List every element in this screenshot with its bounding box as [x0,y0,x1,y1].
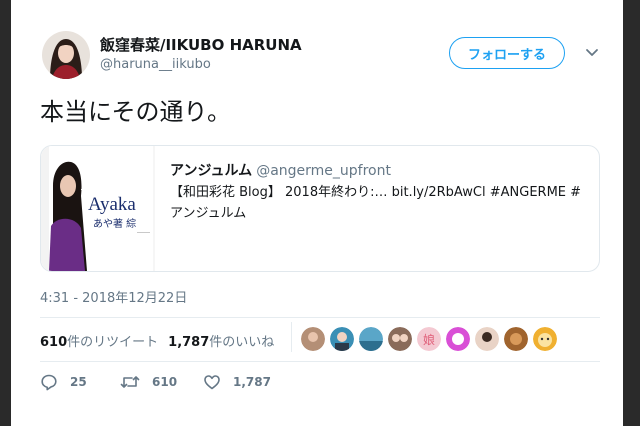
likes-stat[interactable]: 1,787件のいいね [168,335,274,350]
tweet-card: 飯窪春菜/IIKUBO HARUNA @haruna__iikubo フォローす… [11,0,623,426]
likes-count: 1,787 [168,335,210,350]
retweets-count: 610 [40,335,68,350]
reply-count: 25 [70,375,87,389]
quoted-tweet-text: 【和田彩花 Blog】 2018年終わり:… bit.ly/2RbAwCl #A… [170,182,590,224]
liker-avatar[interactable] [504,327,528,351]
reply-icon [40,373,58,391]
stats-separator [291,322,292,352]
quoted-author-handle: @angerme_upfront [256,163,391,179]
liker-label: 娘 [423,332,435,347]
liker-avatar[interactable] [301,327,325,351]
liker-avatar[interactable] [475,327,499,351]
like-count: 1,787 [233,375,271,389]
quoted-text-line1: 【和田彩花 Blog】 2018年終わり:… bit.ly/2RbAwCl #A… [170,185,582,200]
user-handle[interactable]: @haruna__iikubo [100,57,211,72]
avatar[interactable] [42,31,90,79]
quoted-tweet[interactable]: Ayaka あや著 綜 アンジュルム @angerme_upfront 【和田彩花… [40,145,600,272]
reply-action[interactable]: 25 [40,373,87,391]
liker-avatar[interactable] [388,327,412,351]
liker-avatar[interactable] [330,327,354,351]
tweet-timestamp[interactable]: 4:31 - 2018年12月22日 [40,287,187,306]
retweet-icon [120,373,140,391]
liker-avatar[interactable] [359,327,383,351]
quoted-tweet-author[interactable]: アンジュルム @angerme_upfront [170,160,391,180]
divider [40,317,600,318]
media-caption-jp: あや著 綜 [93,217,136,230]
retweets-stat[interactable]: 610件のリツイート [40,335,158,350]
liker-avatar[interactable] [533,327,557,351]
likes-label: 件のいいね [209,335,275,350]
like-action[interactable]: 1,787 [203,373,271,391]
chevron-down-icon[interactable] [584,44,600,60]
tweet-stats: 610件のリツイート 1,787件のいいね [40,331,274,350]
liker-color [388,327,412,351]
liker-avatar[interactable] [446,327,470,351]
quoted-author-name: アンジュルム [170,163,253,179]
retweet-action[interactable]: 610 [120,373,177,391]
retweets-label: 件のリツイート [67,335,159,350]
display-name[interactable]: 飯窪春菜/IIKUBO HARUNA [100,34,302,55]
retweet-count: 610 [152,375,178,389]
media-caption-en: Ayaka [88,194,136,215]
quoted-tweet-image: Ayaka あや著 綜 [41,146,156,271]
tweet-text: 本当にその通り。 [40,98,232,126]
quoted-text-line2: アンジュルム [170,206,247,221]
liker-avatar[interactable]: 娘 [417,327,441,351]
divider [40,361,600,362]
follow-button[interactable]: フォローする [449,37,565,69]
heart-icon [203,373,221,391]
